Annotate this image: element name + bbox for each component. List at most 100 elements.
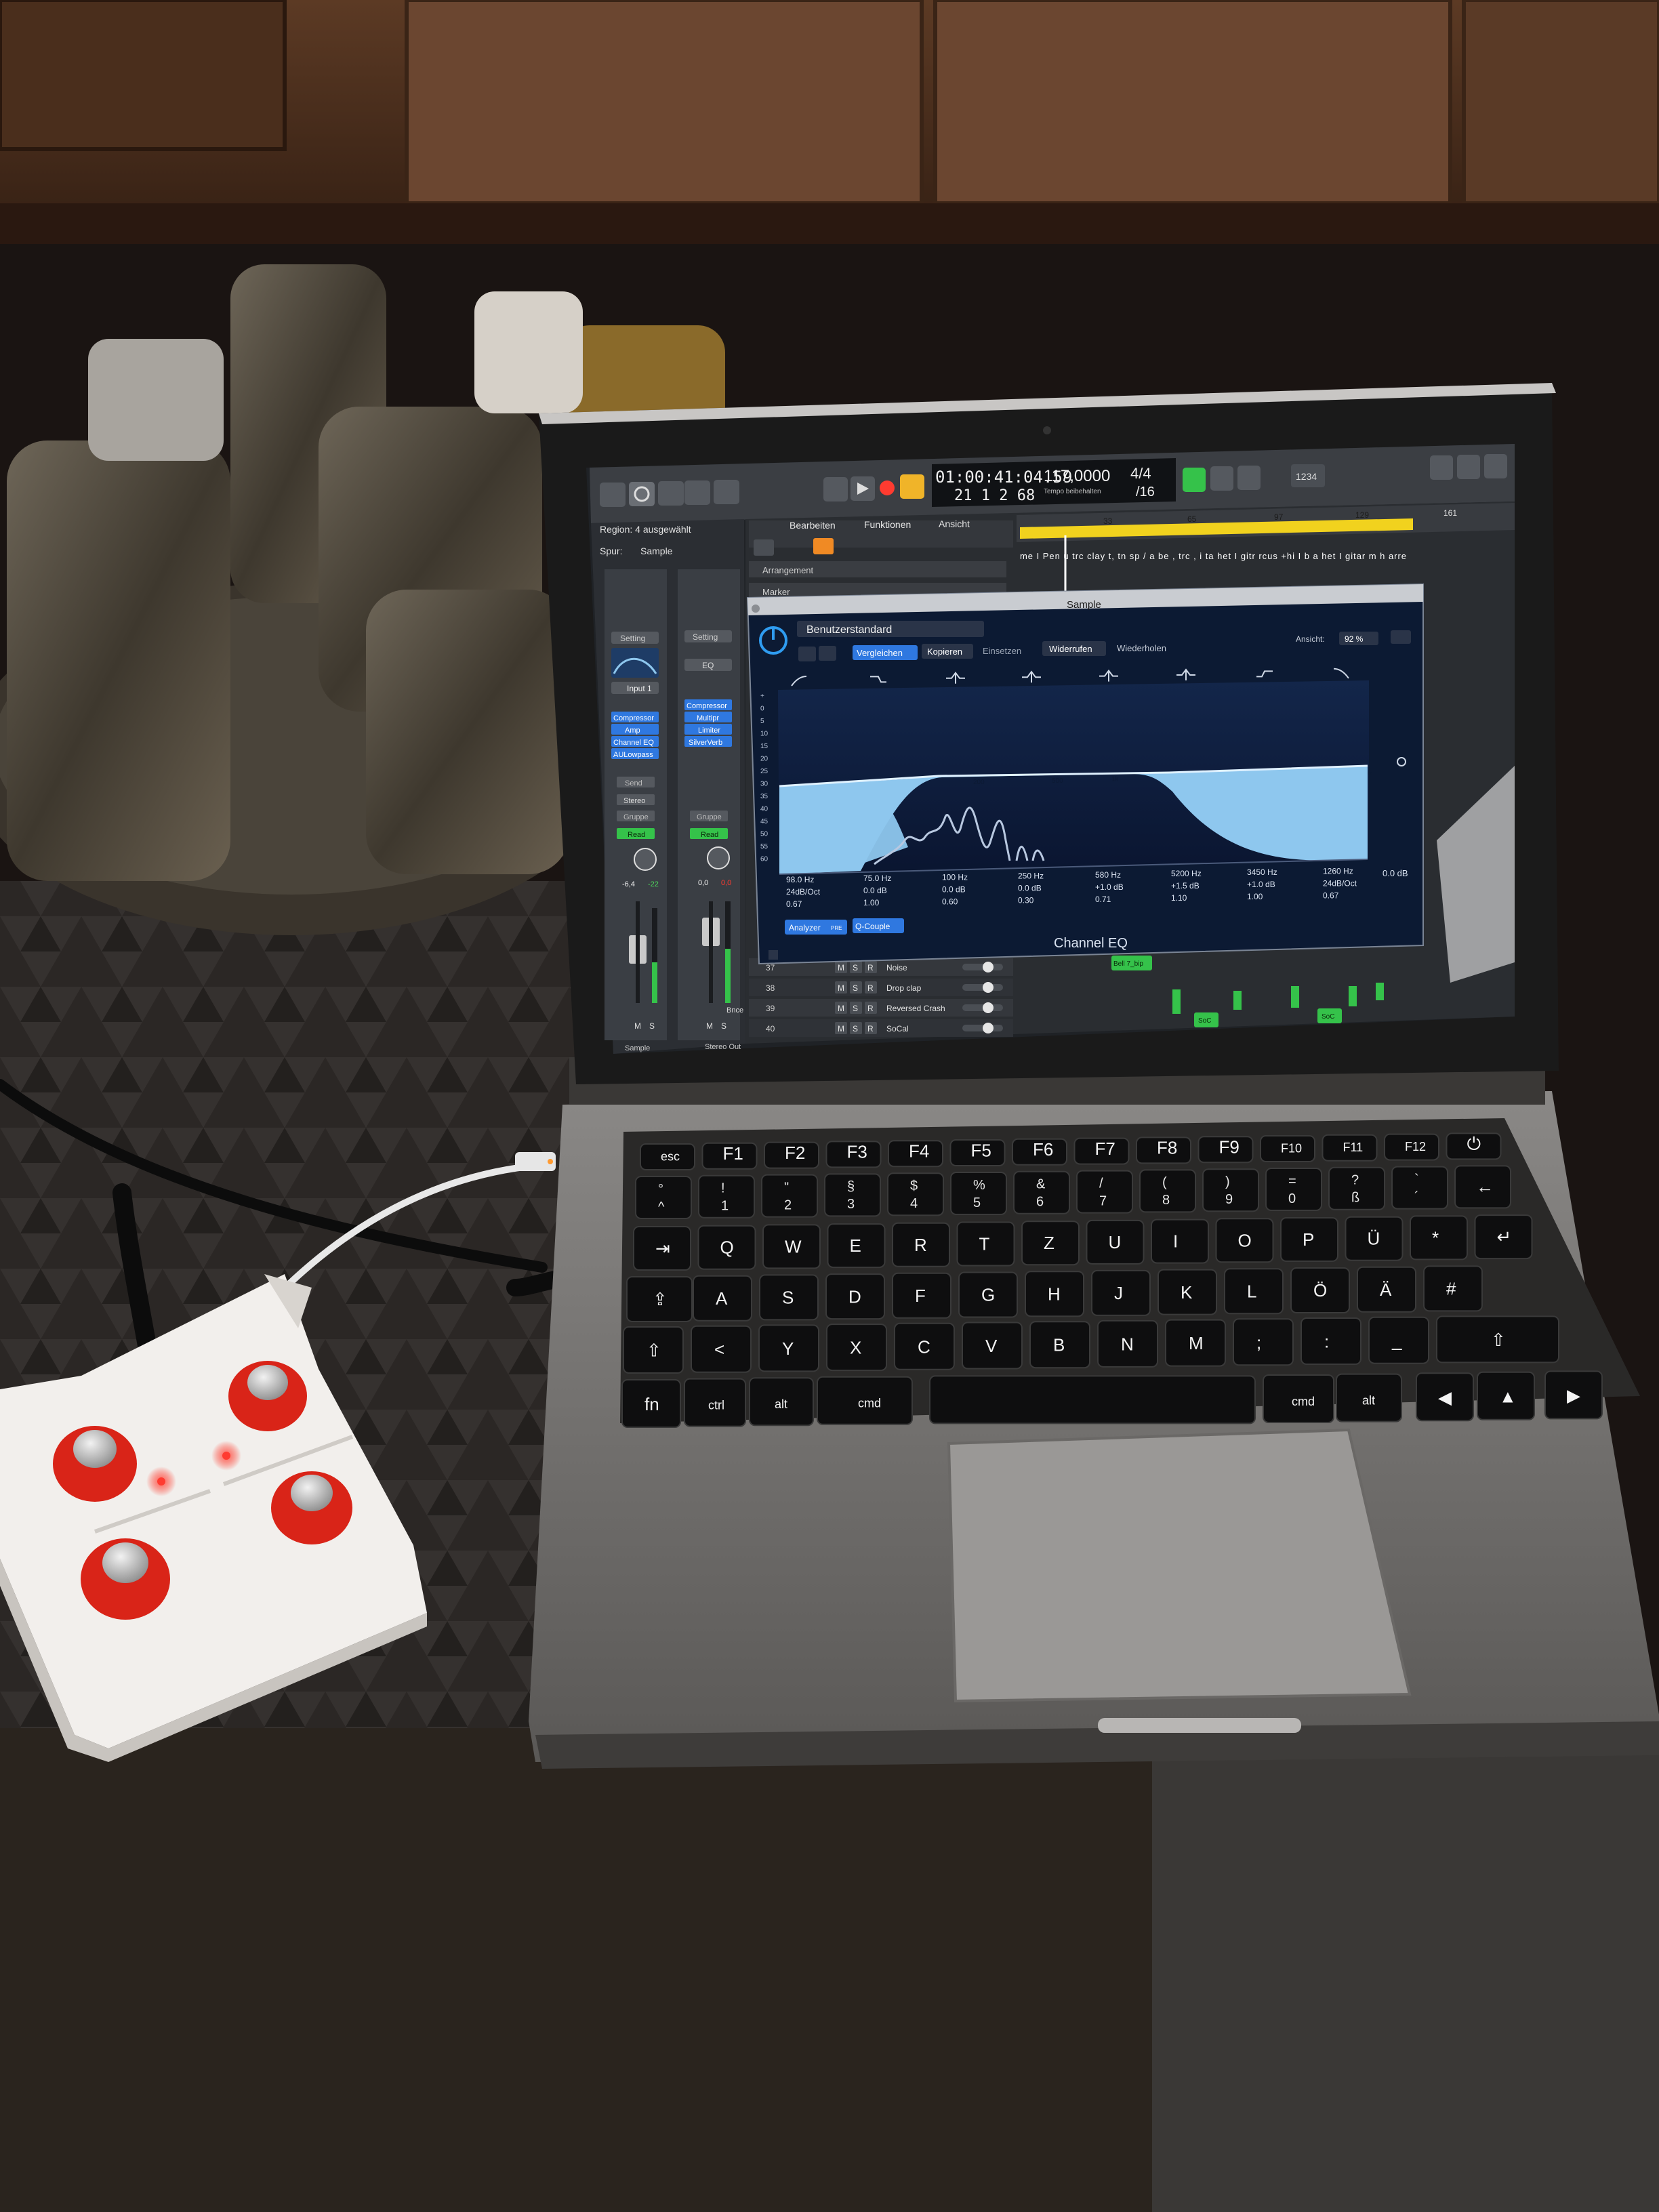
band-freq-value[interactable]: 1260 Hz [1323,866,1353,876]
band-freq-value[interactable]: 580 Hz [1095,870,1121,880]
link-button[interactable] [1391,630,1411,644]
band-freq-value[interactable]: 100 Hz [942,872,968,882]
band-q-value[interactable]: 0.67 [786,899,802,909]
arrangement-track[interactable]: Arrangement [762,565,814,575]
editors-button[interactable] [714,480,739,504]
key-fn-4[interactable]: F4 [888,1140,943,1168]
key-fn-2[interactable]: F2 [764,1141,819,1169]
band-gain-value[interactable]: 24dB/Oct [1323,878,1357,888]
key-y-11[interactable]: _ [1368,1316,1429,1364]
key-fn-9[interactable]: F9 [1197,1136,1254,1164]
key-fn-1[interactable]: F1 [701,1142,758,1170]
key-y-2[interactable]: Y [758,1324,819,1372]
key-fn-11[interactable]: F11 [1322,1134,1378,1162]
tuner-button[interactable] [1183,468,1206,492]
key-y-10[interactable]: : [1300,1317,1361,1365]
edit-menu[interactable]: Bearbeiten [790,520,836,531]
rewind-button[interactable] [823,477,848,501]
key-y-0[interactable]: ⇧ [623,1326,684,1374]
band-q-value[interactable]: 1.00 [1247,892,1263,901]
key-q-12[interactable]: * [1410,1215,1468,1261]
key-num-6[interactable]: &6 [1013,1170,1070,1214]
band-freq-value[interactable]: 5200 Hz [1171,869,1202,878]
key-a-1[interactable]: A [693,1275,752,1322]
key-y-6[interactable]: B [1029,1321,1090,1369]
preset-next-button[interactable] [819,646,836,661]
key-bottom-2[interactable]: alt [749,1377,814,1427]
band-q-value[interactable]: 1.00 [863,898,880,907]
key-q-0[interactable]: ⇥ [633,1226,691,1271]
key-a-11[interactable]: Ä [1357,1266,1416,1313]
key-q-8[interactable]: I [1151,1218,1209,1264]
key-a-2[interactable]: S [759,1274,819,1321]
key-num-13[interactable]: ← [1454,1165,1511,1209]
band-gain-value[interactable]: 0.0 dB [942,884,966,894]
key-fn-8[interactable]: F8 [1136,1136,1191,1164]
key-a-0[interactable]: ⇪ [626,1276,693,1322]
band-gain-value[interactable]: 0.0 dB [1018,884,1042,893]
key-y-3[interactable]: X [826,1324,887,1372]
key-q-6[interactable]: Z [1021,1221,1080,1266]
band-q-value[interactable]: 0.60 [942,897,958,906]
key-q-5[interactable]: T [956,1221,1015,1267]
quick-help-button[interactable] [658,481,684,506]
key-a-8[interactable]: K [1158,1269,1217,1315]
key-a-9[interactable]: L [1224,1268,1284,1315]
notepad-button[interactable] [1457,455,1480,479]
pan-knob[interactable] [707,846,730,869]
key-bottom-9[interactable]: ▶ [1544,1370,1603,1420]
track-volume-knob[interactable] [983,1002,994,1013]
key-bottom-0[interactable]: fn [621,1379,681,1428]
key-fn-3[interactable]: F3 [825,1141,882,1168]
key-space[interactable] [929,1375,1256,1425]
key-q-4[interactable]: R [892,1222,950,1267]
key-a-10[interactable]: Ö [1290,1267,1350,1313]
key-a-4[interactable]: F [892,1272,951,1319]
band-gain-value[interactable]: +1.5 dB [1171,881,1200,890]
catch-button[interactable] [813,538,834,554]
key-num-5[interactable]: %5 [950,1172,1007,1215]
key-fn-13[interactable]: ⏻ [1446,1132,1502,1160]
key-num-8[interactable]: (8 [1139,1169,1196,1213]
band-gain-value[interactable]: +1.0 dB [1247,880,1275,889]
key-num-0[interactable]: °^ [635,1176,692,1219]
trackpad[interactable] [947,1428,1412,1703]
pan-knob[interactable] [634,848,657,871]
marker-track[interactable]: Marker [762,587,790,597]
list-editors-button[interactable] [1430,455,1453,480]
key-y-12[interactable]: ⇧ [1436,1315,1559,1364]
key-a-6[interactable]: H [1025,1271,1084,1317]
key-bottom-3[interactable]: cmd [817,1376,913,1425]
key-bottom-8[interactable]: ▲ [1477,1371,1535,1420]
key-num-3[interactable]: §3 [824,1173,881,1217]
key-bottom-6[interactable]: alt [1336,1373,1402,1422]
key-num-11[interactable]: ?ß [1328,1166,1385,1210]
band-gain-value[interactable]: +1.0 dB [1095,882,1124,892]
key-q-9[interactable]: O [1215,1218,1274,1263]
key-y-9[interactable]: ; [1233,1318,1294,1366]
track-row-39[interactable]: 39 M S R Reversed Crash [749,999,1013,1017]
eq-thumbnail[interactable] [611,648,659,678]
view-menu[interactable]: Ansicht [939,518,970,529]
key-num-9[interactable]: )9 [1202,1168,1259,1212]
key-q-2[interactable]: W [762,1224,821,1269]
inspector-button[interactable] [629,482,655,506]
key-bottom-1[interactable]: ctrl [684,1378,746,1427]
key-fn-12[interactable]: F12 [1384,1133,1439,1161]
inspector-region-header[interactable]: Region: 4 ausgewählt [600,524,691,535]
key-num-1[interactable]: !1 [698,1174,755,1218]
cycle-button[interactable] [900,474,924,499]
browsers-button[interactable] [1484,454,1507,478]
library-button[interactable] [600,483,626,507]
key-q-11[interactable]: Ü [1345,1216,1404,1261]
redo-button[interactable]: Wiederholen [1117,643,1166,653]
key-fn-10[interactable]: F10 [1260,1135,1315,1162]
count-in-button[interactable] [1210,466,1233,491]
disclosure-button[interactable] [769,950,778,960]
band-gain-value[interactable]: 0.0 dB [863,886,887,895]
plugin-close-button[interactable] [752,605,760,613]
record-button[interactable] [880,480,895,495]
band-q-value[interactable]: 0.67 [1323,890,1339,900]
key-q-1[interactable]: Q [697,1225,756,1270]
band-q-value[interactable]: 0.30 [1018,896,1034,905]
